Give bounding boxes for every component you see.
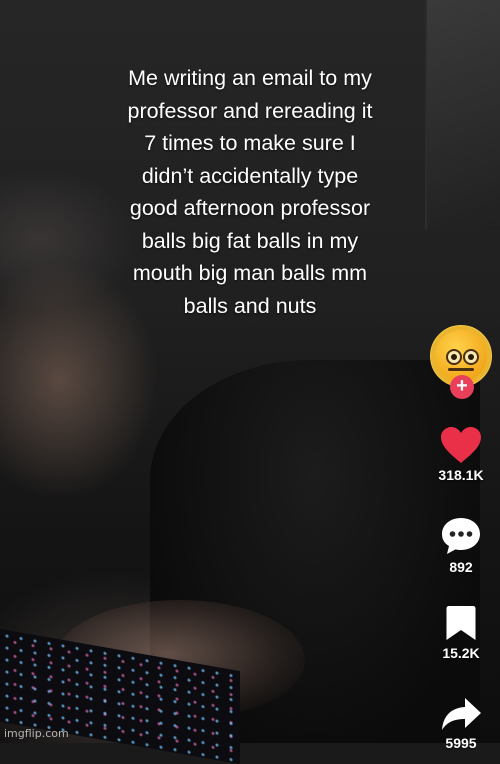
caption-line: professor and rereading it <box>127 98 373 123</box>
like-count: 318.1K <box>438 467 484 483</box>
watermark: imgflip.com <box>4 727 69 740</box>
share-arrow-icon <box>442 698 481 730</box>
comment-count: 892 <box>449 559 473 575</box>
caption-line: mouth big man balls mm <box>132 261 368 285</box>
emoji-mouth <box>448 368 474 371</box>
caption-line: 7 times to make sure I <box>144 131 356 155</box>
heart-icon <box>441 427 481 463</box>
video-caption: Me writing an email to my professor and … <box>60 62 440 322</box>
bookmark-icon <box>446 606 476 640</box>
caption-line: good afternoon professor <box>129 196 371 220</box>
emoji-eye-right <box>463 349 479 365</box>
follow-button[interactable]: + <box>450 375 474 399</box>
share-count: 5995 <box>445 735 477 751</box>
comment-button[interactable]: 892 <box>425 515 497 575</box>
caption-line: balls and nuts <box>183 293 317 318</box>
save-button[interactable]: 15.2K <box>425 603 497 661</box>
caption-line: Me writing an email to my <box>128 66 372 90</box>
comment-bubble-icon <box>442 518 480 554</box>
caption-line: balls big fat balls in my <box>141 228 359 253</box>
emoji-eye-left <box>446 349 462 365</box>
save-count: 15.2K <box>442 645 480 661</box>
caption-line: didn’t accidentally type <box>141 163 359 188</box>
creator-avatar-group[interactable]: + <box>430 325 492 401</box>
like-button[interactable]: 318.1K <box>425 425 497 483</box>
